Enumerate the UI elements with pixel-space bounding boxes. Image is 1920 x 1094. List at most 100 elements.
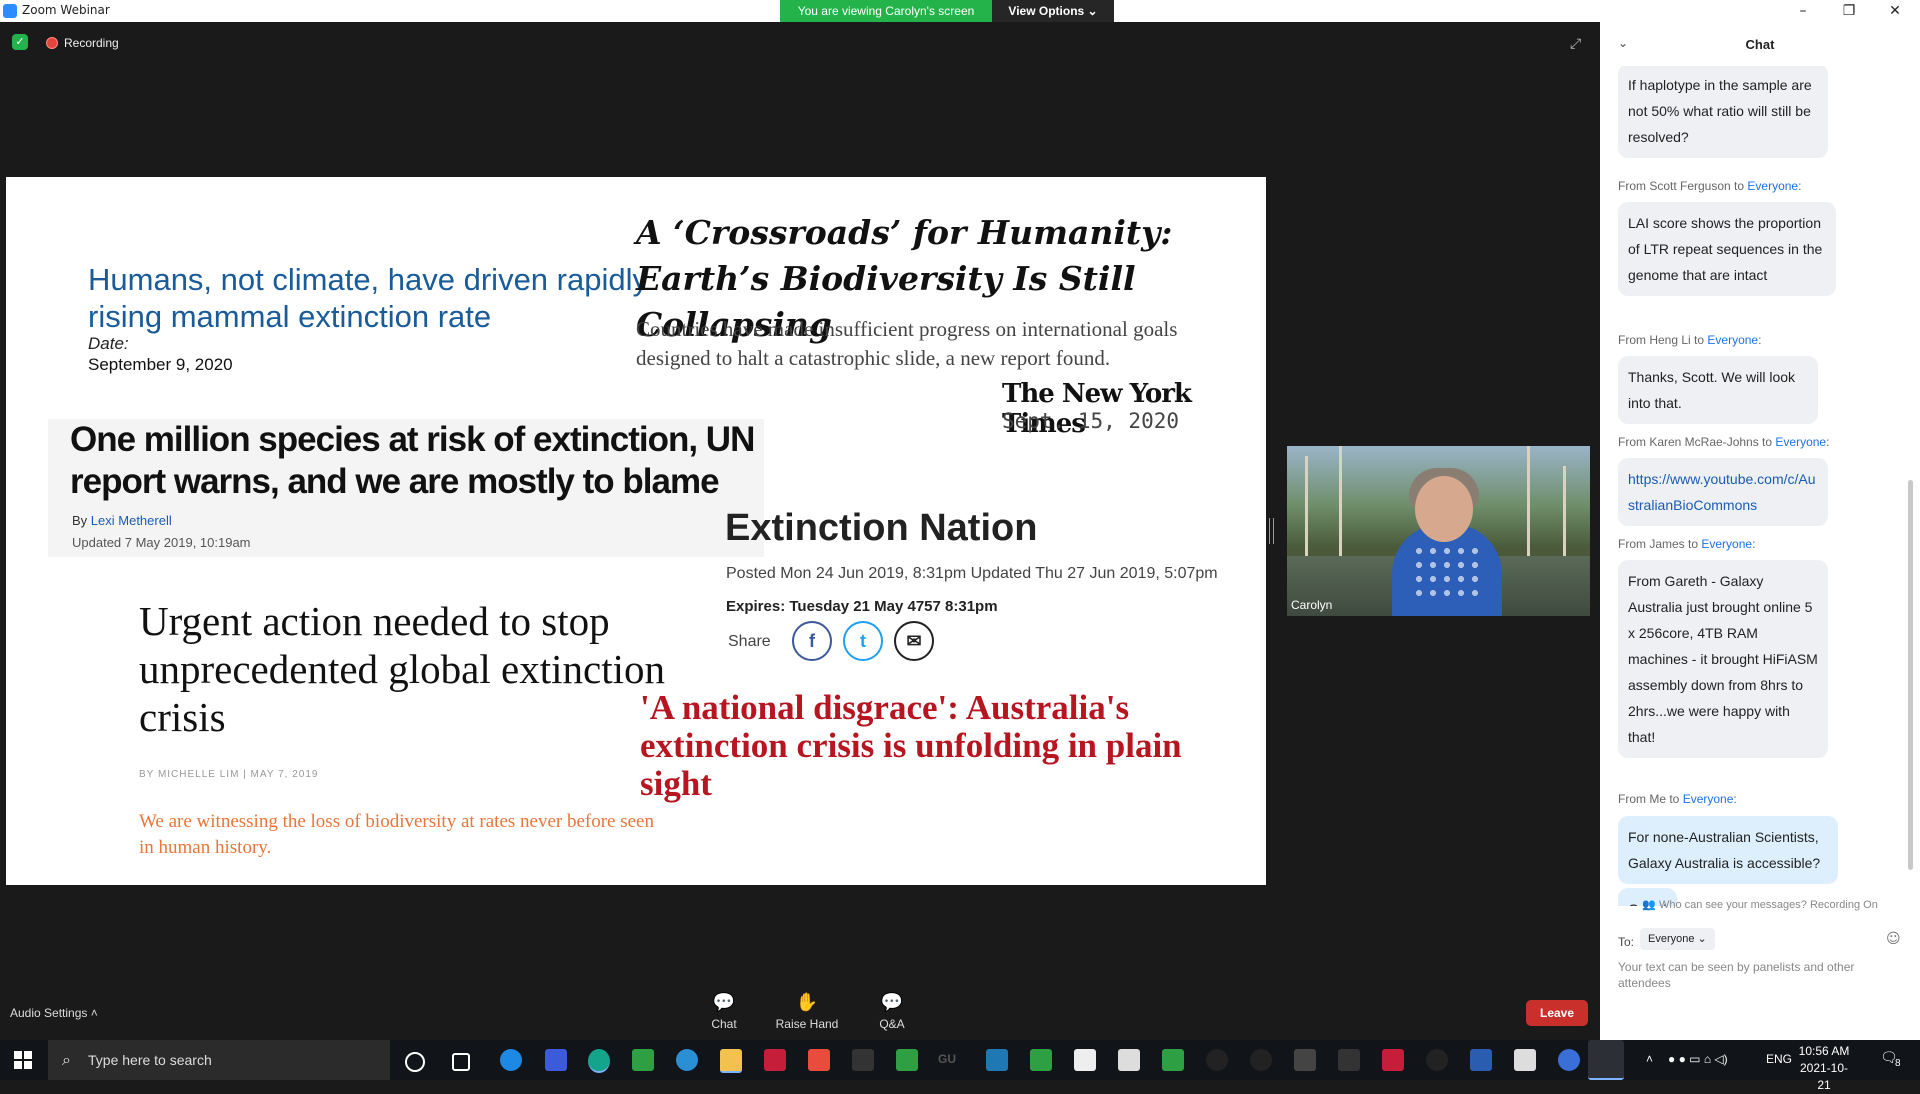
chat-bubble-icon: 💬 xyxy=(712,992,736,1013)
hand-icon: ✋ xyxy=(795,992,819,1013)
title-bar: Zoom Webinar You are viewing Carolyn's s… xyxy=(0,0,1920,22)
internet-explorer-icon[interactable] xyxy=(500,1049,522,1071)
chat-message-bubble-me: For none-Australian Scientists, Galaxy A… xyxy=(1618,816,1838,884)
restore-button[interactable]: ❐ xyxy=(1826,1,1872,21)
email-icon: ✉ xyxy=(894,621,934,661)
people-icon: 👥 xyxy=(1642,899,1656,911)
chat-control-label: Chat xyxy=(711,1017,737,1031)
tray-icons[interactable]: ● ● ▭ ⌂ ◁) xyxy=(1668,1052,1728,1066)
r-icon[interactable] xyxy=(1558,1049,1580,1071)
zoom-taskbar-icon[interactable] xyxy=(1588,1040,1624,1080)
headline-mammal-extinction: Humans, not climate, have driven rapidly… xyxy=(88,262,648,334)
qa-button[interactable]: 💬 Q&A xyxy=(857,992,927,1031)
chat-control-button[interactable]: 💬 Chat xyxy=(689,992,759,1031)
language-indicator[interactable]: ENG xyxy=(1766,1052,1792,1066)
app-icon[interactable] xyxy=(1382,1049,1404,1071)
participant-face xyxy=(1415,476,1473,542)
who-can-see-label: Who can see your messages? Recording On xyxy=(1658,899,1878,911)
chat-scrollbar[interactable] xyxy=(1908,480,1913,870)
app-icon[interactable] xyxy=(808,1049,830,1071)
clock-time: 10:56 AM xyxy=(1798,1044,1850,1058)
sender-suffix: : xyxy=(1758,333,1762,347)
raise-hand-label: Raise Hand xyxy=(775,1017,839,1031)
recipient-label: Everyone xyxy=(1707,333,1759,347)
video-resize-handle[interactable] xyxy=(1269,518,1274,544)
chrome-icon[interactable] xyxy=(632,1049,654,1071)
taskbar: ⌕ Type here to search xyxy=(0,1040,1920,1080)
encryption-shield-icon[interactable]: ✓ xyxy=(12,34,28,50)
view-options-button[interactable]: View Options ⌄ xyxy=(992,0,1114,22)
un-byline: By Lexi Metherell xyxy=(72,513,172,528)
chrome-icon[interactable] xyxy=(1162,1049,1184,1071)
graduation-cap-icon[interactable] xyxy=(852,1049,874,1071)
extinction-posted: Posted Mon 24 Jun 2019, 8:31pm Updated T… xyxy=(726,565,1218,582)
app-icon[interactable] xyxy=(1250,1049,1272,1071)
chat-message-bubble: From Gareth - Galaxy Australia just brou… xyxy=(1618,560,1828,758)
file-explorer-icon[interactable] xyxy=(720,1049,742,1073)
sender-label: From Scott Ferguson to xyxy=(1618,179,1745,193)
recipient-select[interactable]: Everyone ⌄ xyxy=(1640,928,1715,950)
extinction-nation-headline: Extinction Nation xyxy=(725,507,1038,549)
taskbar-clock[interactable]: 10:56 AM 2021-10-21 xyxy=(1794,1043,1854,1094)
windows-start-icon[interactable] xyxy=(14,1051,32,1069)
video-tile[interactable] xyxy=(1287,446,1590,616)
sender-suffix: : xyxy=(1733,792,1737,806)
un-by-label: By xyxy=(72,513,88,528)
facebook-icon: f xyxy=(792,621,832,661)
sender-label: From Heng Li to xyxy=(1618,333,1705,347)
audio-settings-label: Audio Settings xyxy=(10,1006,88,1020)
un-author-link: Lexi Metherell xyxy=(90,513,172,528)
app-icon[interactable] xyxy=(1470,1049,1492,1071)
raise-hand-button[interactable]: ✋ Raise Hand xyxy=(772,992,842,1031)
chrome-icon[interactable] xyxy=(896,1049,918,1071)
globe-icon[interactable] xyxy=(676,1049,698,1071)
date-value: September 9, 2020 xyxy=(88,355,233,374)
qa-label: Q&A xyxy=(879,1017,905,1031)
app-icon[interactable] xyxy=(986,1049,1008,1071)
who-can-see-notice[interactable]: 👥 Who can see your messages? Recording O… xyxy=(1600,898,1920,911)
edge-icon[interactable] xyxy=(588,1049,610,1073)
chat-messages[interactable]: If haplotype in the sample are not 50% w… xyxy=(1600,66,1920,906)
app-icon[interactable] xyxy=(1514,1049,1536,1071)
fullscreen-icon[interactable]: ⤢ xyxy=(1570,36,1581,52)
minimize-button[interactable]: – xyxy=(1780,1,1826,21)
tray-chevron-icon[interactable]: ˄ xyxy=(1646,1052,1653,1066)
urgent-subheadline: We are witnessing the loss of biodiversi… xyxy=(139,811,654,858)
app-icon[interactable] xyxy=(1206,1049,1228,1071)
un-updated: Updated 7 May 2019, 10:19am xyxy=(72,535,251,550)
nyt-date: Sept. 15, 2020 xyxy=(1002,409,1180,433)
app-icon[interactable] xyxy=(764,1049,786,1071)
app-icon[interactable] xyxy=(1118,1049,1140,1071)
national-disgrace-headline: 'A national disgrace': Australia's extin… xyxy=(640,688,1182,803)
chrome-icon[interactable] xyxy=(1030,1049,1052,1071)
gu-icon[interactable]: GU xyxy=(938,1052,956,1066)
shared-screen: Humans, not climate, have driven rapidly… xyxy=(6,177,1266,885)
chat-message-bubble: LAI score shows the proportion of LTR re… xyxy=(1618,202,1836,296)
cortana-icon[interactable] xyxy=(405,1052,425,1072)
extinction-expires: Expires: Tuesday 21 May 4757 8:31pm xyxy=(726,598,998,615)
chat-title: Chat xyxy=(1745,37,1775,52)
taskbar-search-placeholder: Type here to search xyxy=(88,1052,212,1068)
urgent-action-headline: Urgent action needed to stop unprecedent… xyxy=(139,598,665,740)
audio-settings-button[interactable]: Audio Settings ˄ xyxy=(10,1006,98,1020)
chat-input[interactable]: Your text can be seen by panelists and o… xyxy=(1618,959,1902,991)
video-participant-name: Carolyn xyxy=(1291,598,1333,612)
share-label: Share xyxy=(728,633,771,650)
emoji-icon[interactable]: ☺ xyxy=(1886,931,1901,947)
close-button[interactable]: ✕ xyxy=(1872,1,1918,21)
chat-message-bubble: https://www.youtube.com/c/AustralianBioC… xyxy=(1618,458,1828,526)
recording-icon xyxy=(46,37,58,49)
task-view-icon[interactable] xyxy=(452,1053,470,1071)
search-icon: ⌕ xyxy=(62,1050,71,1069)
twitter-icon: t xyxy=(843,621,883,661)
zoom-app-icon xyxy=(3,4,17,18)
leave-button[interactable]: Leave xyxy=(1526,1000,1588,1026)
sender-label: From Me to xyxy=(1618,792,1680,806)
app-icon[interactable] xyxy=(545,1049,567,1071)
app-icon[interactable] xyxy=(1338,1049,1360,1071)
app-icon[interactable] xyxy=(1294,1049,1316,1071)
word-icon[interactable] xyxy=(1074,1049,1096,1071)
urgent-byline: BY MICHELLE LIM | MAY 7, 2019 xyxy=(139,769,319,780)
github-icon[interactable] xyxy=(1426,1049,1448,1071)
youtube-link[interactable]: https://www.youtube.com/c/AustralianBioC… xyxy=(1628,471,1816,513)
